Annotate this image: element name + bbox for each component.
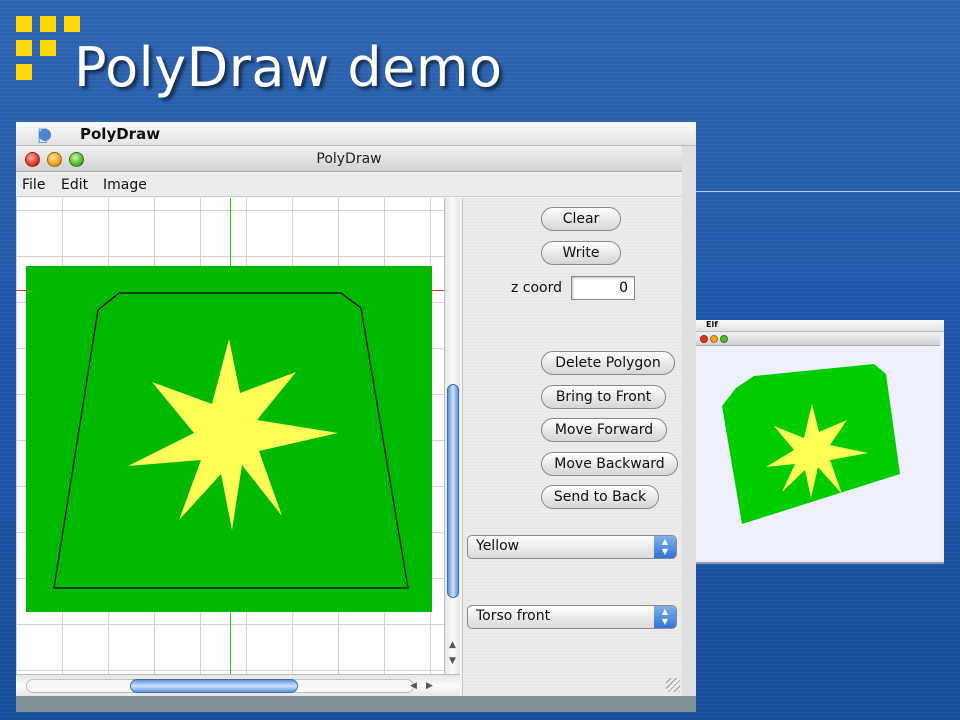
menu-image[interactable]: Image xyxy=(103,177,147,193)
delete-polygon-button[interactable]: Delete Polygon xyxy=(541,351,675,375)
z-coord-label: z coord xyxy=(511,280,563,296)
write-button[interactable]: Write xyxy=(541,241,621,265)
part-select-value: Torso front xyxy=(476,608,551,624)
elf-close-button[interactable] xyxy=(700,335,708,343)
bring-to-front-button[interactable]: Bring to Front xyxy=(541,385,666,409)
elf-menubar: Elf xyxy=(696,320,944,332)
move-forward-button[interactable]: Move Forward xyxy=(541,418,667,442)
polydraw-screenshot:  ● PolyDraw PolyDraw File Edit Image ▲ … xyxy=(16,122,696,712)
window-titlebar[interactable]: PolyDraw xyxy=(16,146,682,172)
vertical-scrollbar[interactable]: ▲ ▼ xyxy=(444,198,460,674)
window-menu: File Edit Image xyxy=(16,173,682,197)
scroll-up-arrow-icon[interactable]: ▲ xyxy=(449,640,456,650)
elf-shapes xyxy=(722,364,900,524)
horizontal-scroll-thumb[interactable] xyxy=(130,679,298,693)
z-coord-field[interactable]: 0 xyxy=(571,276,635,300)
app-name[interactable]: PolyDraw xyxy=(80,125,160,143)
elf-minimize-button[interactable] xyxy=(710,335,718,343)
menu-edit[interactable]: Edit xyxy=(61,177,88,193)
clear-button[interactable]: Clear xyxy=(541,207,621,231)
system-menubar:  ● PolyDraw xyxy=(16,122,696,146)
scroll-right-arrow-icon[interactable]: ▶ xyxy=(426,681,433,691)
desktop-strip xyxy=(16,696,696,712)
scroll-down-arrow-icon[interactable]: ▼ xyxy=(449,656,456,666)
elf-titlebar[interactable] xyxy=(696,332,940,346)
elf-preview-screenshot: Elf xyxy=(696,320,944,564)
part-select[interactable]: Torso front ▲ ▼ xyxy=(467,605,677,629)
chevron-updown-icon: ▲ ▼ xyxy=(654,606,676,628)
resize-grip-icon[interactable] xyxy=(666,678,680,692)
elf-bottom-edge xyxy=(696,562,944,564)
move-backward-button[interactable]: Move Backward xyxy=(541,452,678,476)
scroll-left-arrow-icon[interactable]: ◀ xyxy=(410,681,417,691)
slide-title: PolyDraw demo xyxy=(74,36,503,99)
vertical-scroll-thumb[interactable] xyxy=(447,384,459,598)
color-select[interactable]: Yellow ▲ ▼ xyxy=(467,535,677,559)
chevron-updown-icon: ▲ ▼ xyxy=(654,536,676,558)
menu-file[interactable]: File xyxy=(22,177,45,193)
control-panel: Clear Write z coord 0 Delete Polygon Bri… xyxy=(462,198,682,696)
canvas-shapes xyxy=(26,266,432,612)
color-select-value: Yellow xyxy=(476,538,520,554)
apple-glyph: ● xyxy=(38,124,52,143)
title-divider xyxy=(696,191,960,192)
horizontal-scrollbar[interactable]: ◀ ▶ xyxy=(16,674,460,696)
elf-3d-view[interactable] xyxy=(696,346,940,560)
send-to-back-button[interactable]: Send to Back xyxy=(541,485,659,509)
elf-zoom-button[interactable] xyxy=(720,335,728,343)
window-right-edge xyxy=(682,146,696,712)
drawing-canvas[interactable] xyxy=(16,198,444,674)
elf-app-name[interactable]: Elf xyxy=(706,320,718,329)
window-title: PolyDraw xyxy=(316,151,382,167)
